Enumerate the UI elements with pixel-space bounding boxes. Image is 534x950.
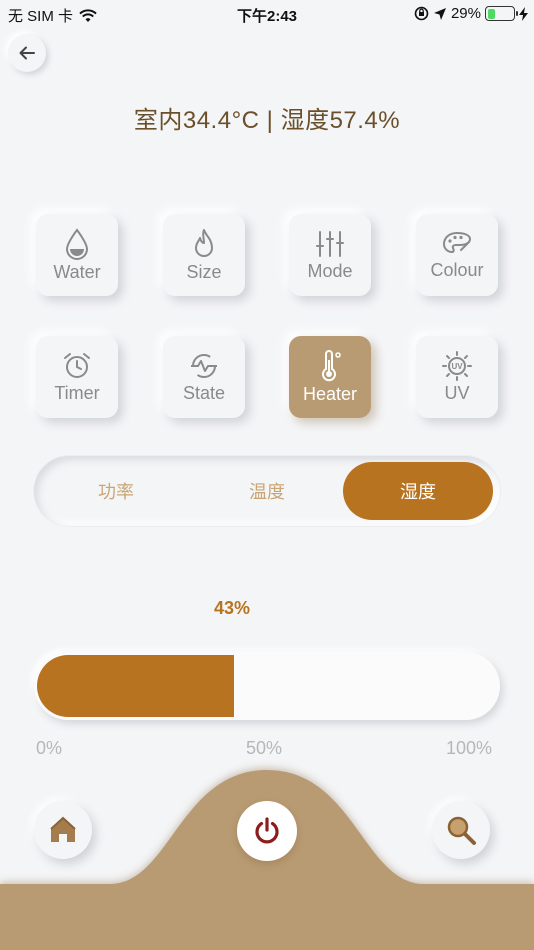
tile-colour[interactable]: Colour xyxy=(416,214,498,296)
battery-percent: 29% xyxy=(450,5,481,22)
sliders-icon xyxy=(316,230,344,257)
tick-mid: 50% xyxy=(246,738,283,758)
tick-min: 0% xyxy=(36,738,63,758)
power-icon xyxy=(255,817,279,844)
tile-state[interactable]: State xyxy=(163,336,245,418)
alarm-clock-icon xyxy=(64,352,90,378)
tile-label: Water xyxy=(53,261,101,282)
thermometer-icon xyxy=(322,349,341,381)
charging-bolt-icon xyxy=(519,6,528,21)
svg-text:UV: UV xyxy=(451,362,463,371)
water-drop-icon xyxy=(65,227,89,260)
tile-mode[interactable]: Mode xyxy=(289,214,371,296)
segment-power[interactable]: 功率 xyxy=(41,462,191,520)
tile-uv[interactable]: UV UV xyxy=(416,336,498,418)
rotation-lock-icon xyxy=(414,6,429,21)
mode-segmented-control: 功率 温度 湿度 xyxy=(34,456,500,526)
power-button[interactable] xyxy=(237,801,297,861)
segment-humidity[interactable]: 湿度 xyxy=(343,462,493,520)
battery-fill xyxy=(487,8,495,19)
status-bar: 无 SIM 卡 下午2:43 29% xyxy=(0,0,534,28)
tile-label: UV xyxy=(444,382,470,403)
flame-icon xyxy=(195,228,213,257)
tile-label: State xyxy=(182,382,226,403)
tile-label: Mode xyxy=(307,260,353,281)
back-button[interactable] xyxy=(8,34,46,72)
tile-label: Colour xyxy=(430,259,484,280)
status-right: 29% xyxy=(414,5,528,22)
arrow-left-icon xyxy=(19,46,35,60)
tile-label: Heater xyxy=(302,383,358,404)
slider-value-label: 43% xyxy=(213,598,251,618)
location-arrow-icon xyxy=(433,7,446,20)
tile-heater[interactable]: Heater xyxy=(289,336,371,418)
tile-size[interactable]: Size xyxy=(163,214,245,296)
home-button[interactable] xyxy=(34,801,92,859)
pulse-icon xyxy=(191,353,217,378)
tile-label: Timer xyxy=(54,382,100,403)
home-icon xyxy=(50,816,76,842)
segment-temperature[interactable]: 温度 xyxy=(192,462,342,520)
tick-max: 100% xyxy=(446,738,493,758)
uv-sun-icon: UV xyxy=(442,350,472,381)
tile-label: Size xyxy=(186,261,222,282)
search-icon xyxy=(447,816,476,845)
battery-icon xyxy=(485,6,518,21)
environment-readout: 室内34.4°C | 湿度57.4% xyxy=(133,107,401,134)
search-button[interactable] xyxy=(432,801,490,859)
level-slider[interactable] xyxy=(34,652,500,720)
tile-timer[interactable]: Timer xyxy=(36,336,118,418)
tile-water[interactable]: Water xyxy=(36,214,118,296)
slider-fill xyxy=(37,655,234,717)
palette-icon xyxy=(442,231,472,253)
